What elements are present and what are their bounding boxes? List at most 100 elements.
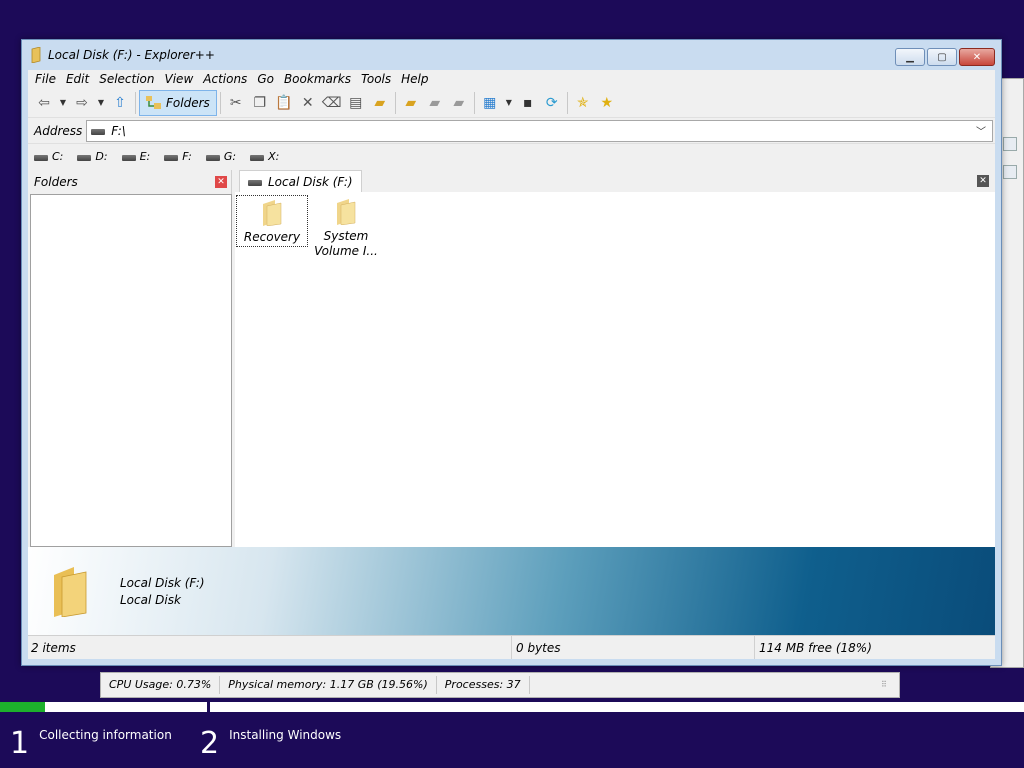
drive-x-button[interactable]: X: — [250, 150, 279, 163]
close-folders-pane-button[interactable]: ✕ — [215, 176, 227, 188]
drive-g-button[interactable]: G: — [205, 149, 237, 163]
toolbar-separator — [135, 91, 136, 114]
info-panel: Local Disk (F:) Local Disk — [28, 547, 995, 636]
chevron-down-icon[interactable]: ▼ — [94, 91, 108, 115]
physical-memory: Physical memory: 1.17 GB (19.56%) — [220, 676, 437, 694]
address-value: F:\ — [111, 123, 126, 138]
menu-go[interactable]: Go — [252, 70, 279, 88]
search-folder-icon[interactable]: ▰ — [368, 91, 392, 115]
status-bar: 2 items 0 bytes 114 MB free (18%) — [28, 635, 995, 659]
main-pane: Local Disk (F:) ✕ Recovery System Volume… — [235, 170, 995, 547]
bookmarks-star-icon[interactable]: ★ — [595, 91, 619, 115]
menu-bar: File Edit Selection View Actions Go Book… — [28, 70, 995, 88]
scroll-up-button[interactable] — [1003, 165, 1017, 179]
scroll-up-button[interactable] — [1003, 137, 1017, 151]
status-free-space: 114 MB free (18%) — [759, 640, 872, 655]
drive-label: G: — [223, 149, 237, 163]
add-bookmark-icon[interactable]: ✯ — [571, 91, 595, 115]
drive-icon — [250, 155, 265, 161]
folder-tree-icon — [146, 95, 161, 109]
step-number: 2 — [200, 726, 220, 761]
menu-actions[interactable]: Actions — [198, 70, 252, 88]
views-icon[interactable]: ▦ — [478, 91, 502, 115]
info-line-1: Local Disk (F:) — [120, 575, 205, 590]
close-tab-button[interactable]: ✕ — [977, 175, 989, 187]
file-list[interactable]: Recovery System Volume I... — [235, 192, 995, 547]
file-name: Recovery — [243, 230, 301, 244]
folder-icon — [54, 566, 87, 617]
maximize-button[interactable]: ▢ — [927, 48, 957, 66]
toolbar-separator — [473, 91, 475, 114]
paste-icon[interactable]: 📋 — [272, 91, 296, 115]
drive-icon — [248, 179, 262, 186]
cpu-usage: CPU Usage: 0.73% — [101, 676, 221, 694]
drive-icon — [164, 155, 179, 161]
status-size: 0 bytes — [512, 636, 755, 659]
toolbar-separator — [566, 91, 568, 114]
panes: Folders ✕ Local Disk (F:) ✕ Recovery Sys… — [28, 170, 995, 547]
file-item-recovery[interactable]: Recovery — [236, 195, 308, 247]
status-items: 2 items — [28, 636, 512, 659]
toolbar-separator — [219, 91, 221, 114]
minimize-button[interactable]: ▁ — [895, 48, 925, 66]
drive-d-button[interactable]: D: — [77, 149, 108, 163]
resize-grip-icon[interactable]: ⠿ — [881, 680, 891, 690]
tab-strip: Local Disk (F:) ✕ — [235, 170, 995, 192]
drive-icon — [121, 155, 136, 161]
chevron-down-icon[interactable]: ▼ — [502, 91, 516, 115]
forward-arrow-icon[interactable]: ⇨ — [70, 91, 94, 115]
menu-help[interactable]: Help — [396, 70, 433, 88]
refresh-icon[interactable]: ⟳ — [540, 91, 564, 115]
file-item-system-volume[interactable]: System Volume I... — [310, 195, 382, 259]
setup-step-2: 2 Installing Windows — [200, 726, 341, 762]
back-arrow-icon[interactable]: ⇦ — [32, 91, 56, 115]
drive-c-button[interactable]: C: — [34, 150, 63, 163]
up-arrow-icon[interactable]: ⇧ — [108, 91, 132, 115]
delete-permanently-icon[interactable]: ⌫ — [320, 91, 344, 115]
address-bar: Address F:\ ﹀ — [28, 118, 995, 144]
folders-pane-header: Folders ✕ — [28, 170, 231, 194]
drive-e-button[interactable]: E: — [121, 149, 151, 163]
close-button[interactable]: ✕ — [959, 48, 995, 66]
drive-label: C: — [52, 149, 64, 163]
menu-file[interactable]: File — [30, 70, 61, 88]
menu-selection[interactable]: Selection — [94, 70, 159, 88]
menu-view[interactable]: View — [160, 70, 199, 88]
folders-button[interactable]: Folders — [139, 89, 217, 116]
task-monitor-bar: CPU Usage: 0.73% Physical memory: 1.17 G… — [100, 672, 900, 698]
drive-icon — [34, 155, 48, 161]
menu-edit[interactable]: Edit — [61, 70, 94, 88]
toolbar: ⇦ ▼ ⇨ ▼ ⇧ Folders ✂ ❐ 📋 ✕ ⌫ ▤ ▰ ▰ ▰ ▰ ▦ … — [28, 88, 995, 118]
move-to-folder-icon[interactable]: ▰ — [447, 91, 471, 115]
delete-icon[interactable]: ✕ — [296, 91, 320, 115]
client-area: File Edit Selection View Actions Go Book… — [28, 70, 995, 659]
menu-tools[interactable]: Tools — [356, 70, 396, 88]
title-bar[interactable]: Local Disk (F:) - Explorer++ ▁ ▢ ✕ — [22, 40, 1001, 70]
address-input[interactable]: F:\ ﹀ — [86, 119, 993, 142]
copy-icon[interactable]: ❐ — [248, 91, 272, 115]
command-prompt-icon[interactable]: ▪ — [516, 91, 540, 115]
new-folder-icon[interactable]: ▰ — [399, 91, 423, 115]
setup-progress-bar — [0, 702, 1024, 712]
drive-icon — [91, 128, 106, 135]
drive-label: D: — [95, 149, 108, 163]
tab-label: Local Disk (F:) — [268, 174, 353, 189]
file-name: System Volume I... — [314, 229, 378, 258]
cd-drive-icon — [205, 155, 220, 161]
cut-icon[interactable]: ✂ — [224, 91, 248, 115]
tab-local-disk[interactable]: Local Disk (F:) — [239, 170, 362, 192]
properties-icon[interactable]: ▤ — [344, 91, 368, 115]
folder-tree[interactable] — [30, 194, 232, 547]
copy-to-folder-icon[interactable]: ▰ — [423, 91, 447, 115]
drive-bar: C: D: E: F: G: X: — [28, 144, 995, 168]
chevron-down-icon[interactable]: ▼ — [56, 91, 70, 115]
chevron-down-icon[interactable]: ﹀ — [976, 123, 986, 138]
folders-pane-title: Folders — [34, 175, 78, 189]
address-label: Address — [34, 123, 83, 138]
drive-f-button[interactable]: F: — [164, 150, 192, 163]
setup-step-1: 1 Collecting information — [10, 726, 172, 762]
menu-bookmarks[interactable]: Bookmarks — [279, 70, 356, 88]
folders-button-label: Folders — [166, 95, 210, 110]
explorer-window: Local Disk (F:) - Explorer++ ▁ ▢ ✕ File … — [21, 39, 1002, 666]
drive-label: E: — [139, 149, 151, 163]
